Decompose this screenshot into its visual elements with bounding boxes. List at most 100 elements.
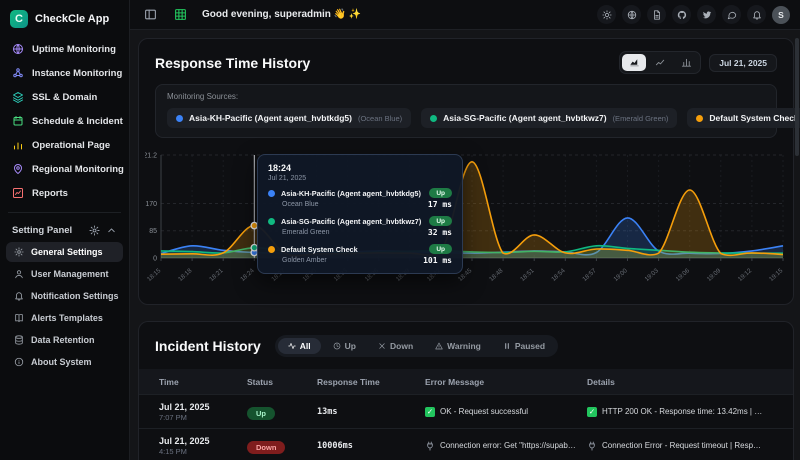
sidebar-item-general-settings[interactable]: General Settings: [6, 242, 123, 262]
app-title: CheckCle App: [35, 13, 109, 25]
line-chart-icon: [655, 57, 666, 68]
source-chip[interactable]: Asia-SG-Pacific (Agent agent_hvbtkwz7) (…: [421, 108, 677, 128]
sidebar-item-ssl-domain[interactable]: SSL & Domain: [6, 86, 123, 108]
trend-icon: [12, 187, 24, 199]
sidebar-item-uptime-monitoring[interactable]: Uptime Monitoring: [6, 38, 123, 60]
notifications-button[interactable]: [747, 5, 766, 24]
date-picker[interactable]: Jul 21, 2025: [709, 54, 777, 72]
svg-text:18:24: 18:24: [239, 267, 256, 283]
bell-icon: [14, 291, 24, 301]
sun-icon: [602, 10, 612, 20]
source-chip[interactable]: Asia-KH-Pacific (Agent agent_hvbtkdg5) (…: [167, 108, 411, 128]
source-name: Asia-KH-Pacific (Agent agent_hvbtkdg5): [189, 113, 352, 123]
source-name: Asia-SG-Pacific (Agent agent_hvbtkwz7): [443, 113, 606, 123]
tooltip-value: 17 ms: [428, 200, 452, 209]
column-header-details: Details: [587, 377, 773, 387]
status-badge: Up: [429, 188, 452, 198]
main-content: Response Time History Jul 21, 2025 Monit…: [130, 30, 800, 460]
check-icon: ✓: [587, 407, 597, 417]
theme-toggle-button[interactable]: [597, 5, 616, 24]
layers-icon: [12, 91, 24, 103]
sidebar-item-label: Notification Settings: [31, 291, 119, 301]
greeting-text: Good evening, superadmin 👋 ✨: [202, 9, 361, 20]
sidebar-item-schedule-incident[interactable]: Schedule & Incident: [6, 110, 123, 132]
avatar[interactable]: S: [772, 6, 790, 24]
incident-filters: All Up Down Warning Paused: [275, 335, 558, 357]
sidebar-item-notification-settings[interactable]: Notification Settings: [6, 286, 123, 306]
tooltip-row: Asia-KH-Pacific (Agent agent_hvbtkdg5) U…: [268, 188, 452, 209]
setting-panel-header[interactable]: Setting Panel: [6, 221, 123, 242]
check-icon: ✓: [425, 407, 435, 417]
row-response-time: 13ms: [317, 407, 425, 417]
table-row[interactable]: Jul 21, 2025 7:07 PM Up 13ms ✓ OK - Requ…: [139, 394, 793, 428]
tooltip-value: 32 ms: [428, 228, 452, 237]
response-card-title: Response Time History: [155, 55, 310, 71]
sidebar-item-instance-monitoring[interactable]: Instance Monitoring: [6, 62, 123, 84]
filter-paused-button[interactable]: Paused: [493, 338, 555, 354]
chat-button[interactable]: [722, 5, 741, 24]
sidebar-item-operational-page[interactable]: Operational Page: [6, 134, 123, 156]
column-header-time: Time: [159, 377, 247, 387]
sidebar-item-label: Uptime Monitoring: [32, 44, 116, 55]
column-header-error-message: Error Message: [425, 377, 587, 387]
sidebar-item-alerts-templates[interactable]: Alerts Templates: [6, 308, 123, 328]
sidebar-item-about-system[interactable]: About System: [6, 352, 123, 372]
response-time-card: Response Time History Jul 21, 2025 Monit…: [138, 38, 794, 305]
tooltip-time: 18:24: [268, 163, 452, 173]
monitoring-sources-label: Monitoring Sources:: [167, 92, 765, 101]
area-chart-icon: [629, 57, 640, 68]
sidebar-item-label: Schedule & Incident: [32, 116, 123, 127]
line-chart-toggle-button[interactable]: [648, 54, 672, 71]
response-time-chart[interactable]: 085170321.218:1518:1818:2118:2418:2718:3…: [145, 148, 777, 300]
twitter-button[interactable]: [697, 5, 716, 24]
monitoring-sources-box: Monitoring Sources: Asia-KH-Pacific (Age…: [155, 84, 777, 138]
sidebar-item-regional-monitoring[interactable]: Regional Monitoring: [6, 158, 123, 180]
row-response-time: 10006ms: [317, 441, 425, 451]
grid-view-button[interactable]: [170, 5, 190, 25]
sidebar-item-reports[interactable]: Reports: [6, 182, 123, 204]
filter-down-button[interactable]: Down: [368, 338, 423, 354]
color-dot: [176, 115, 183, 122]
docs-button[interactable]: [647, 5, 666, 24]
filter-label: Up: [345, 341, 356, 351]
area-chart-toggle-button[interactable]: [622, 54, 646, 71]
bar-chart-toggle-button[interactable]: [674, 54, 698, 71]
github-button[interactable]: [672, 5, 691, 24]
row-details: Connection Error - Request timeout | Res…: [602, 441, 763, 450]
row-time: 7:07 PM: [159, 413, 247, 422]
chart-canvas[interactable]: 085170321.218:1518:1818:2118:2418:2718:3…: [145, 148, 793, 300]
panel-left-icon: [144, 8, 157, 21]
color-dot: [268, 190, 275, 197]
sidebar-item-label: Instance Monitoring: [32, 68, 122, 79]
source-color-name: (Emerald Green): [613, 114, 669, 123]
filter-label: Down: [390, 341, 413, 351]
scrollbar[interactable]: [795, 38, 799, 156]
svg-text:19:09: 19:09: [706, 267, 723, 283]
tooltip-color-name: Emerald Green: [282, 229, 428, 236]
svg-text:0: 0: [153, 256, 157, 263]
sidebar-item-data-retention[interactable]: Data Retention: [6, 330, 123, 350]
svg-text:18:18: 18:18: [177, 267, 194, 283]
filter-warning-button[interactable]: Warning: [425, 338, 491, 354]
svg-text:18:51: 18:51: [519, 267, 536, 283]
column-header-response-time: Response Time: [317, 377, 425, 387]
sidebar-item-user-management[interactable]: User Management: [6, 264, 123, 284]
language-button[interactable]: [622, 5, 641, 24]
row-error-message: OK - Request successful: [440, 407, 528, 416]
tooltip-color-name: Ocean Blue: [282, 201, 428, 208]
sidebar-toggle-button[interactable]: [140, 5, 160, 25]
filter-all-button[interactable]: All: [278, 338, 321, 354]
app-logo[interactable]: C CheckCle App: [6, 8, 123, 38]
table-row[interactable]: Jul 21, 2025 4:15 PM Down 10006ms Connec…: [139, 428, 793, 460]
globe-icon: [627, 10, 637, 20]
source-chip[interactable]: Default System Check (Golden Amber): [687, 108, 800, 128]
gear-icon: [89, 225, 100, 236]
bell-icon: [752, 10, 762, 20]
color-dot: [430, 115, 437, 122]
tooltip-row: Asia-SG-Pacific (Agent agent_hvbtkwz7) U…: [268, 216, 452, 237]
filter-up-button[interactable]: Up: [323, 338, 366, 354]
tooltip-row: Default System Check Up Golden Amber 101…: [268, 244, 452, 265]
row-error-message: Connection error: Get "https://supabas..…: [440, 441, 577, 450]
source-name: Default System Check: [709, 113, 798, 123]
grid-icon: [174, 8, 187, 21]
